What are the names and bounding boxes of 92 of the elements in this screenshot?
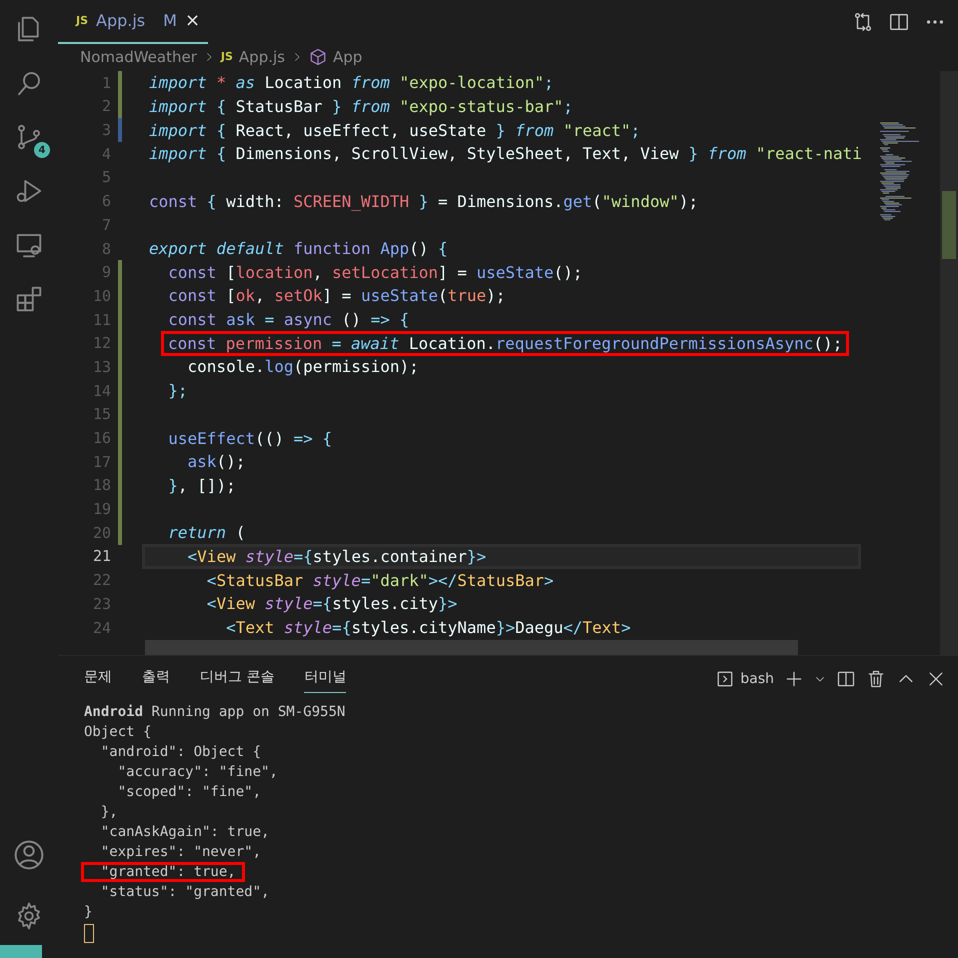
line-number: 23 <box>92 594 111 613</box>
terminal-line: "accuracy": "fine", <box>116 762 279 782</box>
cube-icon <box>308 48 327 66</box>
change-marker[interactable] <box>118 474 122 498</box>
change-marker[interactable] <box>118 94 122 118</box>
line-number: 18 <box>92 476 111 494</box>
line-number: 22 <box>92 571 111 590</box>
notification-badge: 4 <box>34 142 50 158</box>
change-marker[interactable] <box>118 70 122 95</box>
code-line: }, []); <box>167 474 237 497</box>
line-number: 24 <box>92 618 111 636</box>
extensions-icon[interactable] <box>14 284 44 314</box>
terminal-line: "canAskAgain": true, <box>100 822 270 842</box>
code-line: ask(); <box>186 451 246 474</box>
panel-tab[interactable]: 디버그 콘솔 <box>200 664 274 694</box>
trash-icon[interactable] <box>866 668 886 689</box>
terminal-selector[interactable]: bash <box>716 670 774 688</box>
line-number: 10 <box>92 286 111 305</box>
change-marker[interactable] <box>118 260 122 284</box>
code-line: <Text style={styles.cityName}>Daegu</Text> <box>225 617 632 639</box>
line-number: 15 <box>92 405 111 424</box>
line-number: 8 <box>100 240 111 258</box>
line-number: 4 <box>100 144 111 163</box>
change-marker[interactable] <box>118 497 122 521</box>
line-number: 13 <box>92 358 111 376</box>
code-line: return ( <box>167 522 246 544</box>
line-number: 1 <box>100 74 111 92</box>
terminal-icon <box>716 670 734 688</box>
code-line: <View style={styles.city}> <box>206 593 458 616</box>
line-number: 20 <box>92 524 111 542</box>
terminal-line: Object { <box>83 722 152 742</box>
line-number: 11 <box>92 310 111 329</box>
terminal-line: "scoped": "fine", <box>116 782 262 802</box>
change-marker[interactable] <box>118 118 122 142</box>
javascript-file-icon: JS <box>76 14 88 28</box>
change-marker[interactable] <box>118 402 122 426</box>
change-marker[interactable] <box>118 331 122 356</box>
terminal-line: "status": "granted", <box>100 882 270 902</box>
line-number: 21 <box>92 547 111 566</box>
line-number: 12 <box>92 334 111 352</box>
terminal-line: Android Running app on SM-G955N <box>83 702 346 722</box>
line-number: 16 <box>92 429 111 447</box>
line-number: 2 <box>100 97 111 116</box>
breadcrumb-item[interactable]: App <box>332 48 362 66</box>
terminal-cursor <box>84 924 94 943</box>
line-number: 19 <box>92 500 111 518</box>
line-number: 9 <box>100 263 111 282</box>
change-marker[interactable] <box>118 355 122 379</box>
change-marker[interactable] <box>118 426 122 450</box>
code-line: const [ok, setOk] = useState(true); <box>167 285 506 308</box>
modified-indicator: M <box>163 11 177 30</box>
code-line: export default function App() { <box>148 238 449 260</box>
code-line: <StatusBar style="dark"></StatusBar> <box>206 570 555 592</box>
line-number: 7 <box>100 216 111 234</box>
close-icon[interactable]: × <box>184 10 200 32</box>
javascript-file-icon: JS <box>220 50 233 64</box>
terminal-line: } <box>83 902 94 922</box>
editor-tab[interactable]: JS App.js M × <box>58 0 208 44</box>
breadcrumb-item[interactable]: NomadWeather <box>80 48 197 66</box>
change-marker[interactable] <box>118 378 122 402</box>
account-icon[interactable] <box>13 839 45 871</box>
split-terminal-icon[interactable] <box>836 668 856 689</box>
code-line: }; <box>167 380 189 402</box>
code-line: const { width: SCREEN_WIDTH } = Dimensions.get("window"); <box>148 190 700 213</box>
compare-changes-icon[interactable] <box>852 10 874 33</box>
code-line: const ask = async () => { <box>167 309 410 332</box>
panel-tab[interactable]: 출력 <box>142 664 170 694</box>
change-marker[interactable] <box>118 450 122 474</box>
code-line: const [location, setLocation] = useState(); <box>167 262 584 284</box>
change-marker[interactable] <box>118 308 122 332</box>
panel-tab[interactable]: 문제 <box>84 664 112 694</box>
line-number: 3 <box>100 121 111 140</box>
line-number: 6 <box>100 192 111 210</box>
terminal-line: }, <box>100 802 119 822</box>
line-number: 14 <box>92 382 111 400</box>
breadcrumb-item[interactable]: App.js <box>238 48 285 66</box>
line-number: 17 <box>92 452 111 471</box>
code-line: import { StatusBar } from "expo-status-bar"; <box>148 96 574 118</box>
code-line: useEffect(() => { <box>167 428 334 450</box>
panel-tab[interactable]: 터미널 <box>304 664 346 694</box>
horizontal-scrollbar[interactable] <box>145 640 798 655</box>
change-marker[interactable] <box>118 520 122 545</box>
code-line: import * as Location from "expo-location"; <box>148 72 555 94</box>
scrollbar[interactable] <box>940 70 958 655</box>
change-marker[interactable] <box>118 284 122 308</box>
code-line: import { React, useEffect, useState } from "react"; <box>148 120 642 142</box>
tab-label: App.js <box>96 11 146 30</box>
terminal-line: "android": Object { <box>100 742 262 762</box>
code-line: import { Dimensions, ScrollView, StyleSheet, Text, View } from "react-nati <box>148 143 863 166</box>
code-line: console.log(permission); <box>186 356 420 378</box>
line-number: 5 <box>100 168 111 186</box>
terminal-line: "expires": "never", <box>100 842 262 862</box>
